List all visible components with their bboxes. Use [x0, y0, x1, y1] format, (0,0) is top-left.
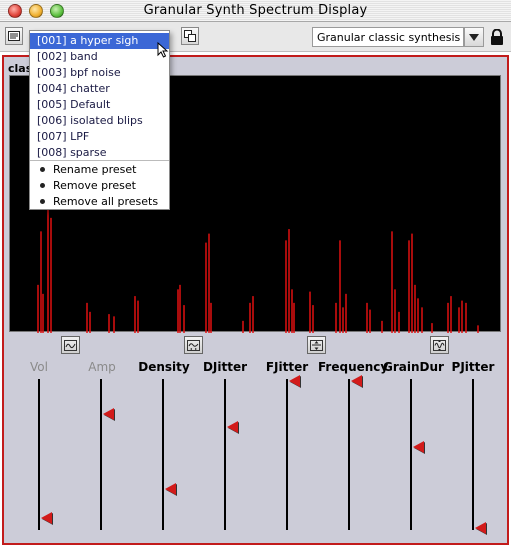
remove-all-presets-item[interactable]: Remove all presets: [30, 194, 169, 210]
synth-mode-select[interactable]: Granular classic synthesis: [312, 27, 464, 47]
bullet-icon: [40, 166, 45, 172]
menu-action-label: Remove all presets: [53, 195, 159, 208]
bullet-icon: [40, 198, 45, 204]
slider-label-djitter: DJitter: [202, 360, 248, 374]
slider-track-frequency[interactable]: [348, 379, 350, 530]
preset-menu-item[interactable]: [004] chatter: [30, 81, 169, 97]
copy-icon: [184, 30, 196, 42]
slider-handle-graindur[interactable]: [413, 440, 424, 453]
slider-label-graindur: GrainDur: [383, 360, 444, 374]
slider-label-vol: Vol: [30, 360, 48, 374]
preset-menu-item[interactable]: [006] isolated blips: [30, 113, 169, 129]
slider-handle-amp[interactable]: [103, 407, 114, 420]
slider-handle-fjitter[interactable]: [289, 374, 300, 387]
slider-label-pjitter: PJitter: [451, 360, 495, 374]
dropdown-arrow-icon: [469, 33, 479, 41]
preset-menu-item[interactable]: [003] bpf noise: [30, 65, 169, 81]
slider-handle-djitter[interactable]: [227, 421, 238, 434]
preset-menu-item[interactable]: [002] band: [30, 49, 169, 65]
preset-menu-item[interactable]: [001] a hyper sigh: [30, 33, 169, 49]
envelope-icon: [187, 339, 200, 351]
lock-icon[interactable]: [490, 29, 504, 45]
slider-track-amp[interactable]: [100, 379, 102, 530]
preset-menu-item[interactable]: [008] sparse: [30, 145, 169, 161]
preset-menu-item[interactable]: [007] LPF: [30, 129, 169, 145]
synth-mode-dropdown-button[interactable]: [464, 27, 484, 47]
preset-list-button[interactable]: [5, 27, 23, 45]
slider-handle-density[interactable]: [165, 483, 176, 496]
vol-envelope-button[interactable]: [61, 336, 80, 354]
menu-divider: [30, 160, 169, 161]
envelope-icon: [64, 339, 77, 351]
bullet-icon: [40, 182, 45, 188]
slider-track-vol[interactable]: [38, 379, 40, 530]
slider-track-density[interactable]: [162, 379, 164, 530]
preset-menu-item[interactable]: [005] Default: [30, 97, 169, 113]
window-title: Granular Synth Spectrum Display: [143, 3, 368, 18]
slider-label-frequency: Frequency: [318, 360, 389, 374]
title-bar: Granular Synth Spectrum Display: [0, 0, 511, 22]
fjitter-envelope-button[interactable]: [307, 336, 326, 354]
preset-list-icon: [8, 31, 20, 41]
wave-icon: [433, 339, 446, 351]
slider-label-fjitter: FJitter: [265, 360, 309, 374]
slider-track-djitter[interactable]: [224, 379, 226, 530]
slider-handle-pjitter[interactable]: [475, 522, 486, 535]
menu-action-label: Remove preset: [53, 179, 136, 192]
slider-handle-vol[interactable]: [41, 511, 52, 524]
envelope-icon: [310, 339, 323, 351]
rename-preset-item[interactable]: Rename preset: [30, 162, 169, 178]
preset-menu: [001] a hyper sigh [002] band [003] bpf …: [29, 30, 170, 210]
remove-preset-item[interactable]: Remove preset: [30, 178, 169, 194]
mouse-pointer-icon: [157, 42, 169, 58]
graindur-envelope-button[interactable]: [430, 336, 449, 354]
density-envelope-button[interactable]: [184, 336, 203, 354]
slider-label-amp: Amp: [88, 360, 116, 374]
slider-track-fjitter[interactable]: [286, 379, 288, 530]
slider-label-density: Density: [138, 360, 190, 374]
slider-handle-frequency[interactable]: [351, 374, 362, 387]
slider-track-pjitter[interactable]: [472, 379, 474, 530]
menu-action-label: Rename preset: [53, 163, 137, 176]
copy-preset-button[interactable]: [181, 27, 199, 45]
slider-track-graindur[interactable]: [410, 379, 412, 530]
